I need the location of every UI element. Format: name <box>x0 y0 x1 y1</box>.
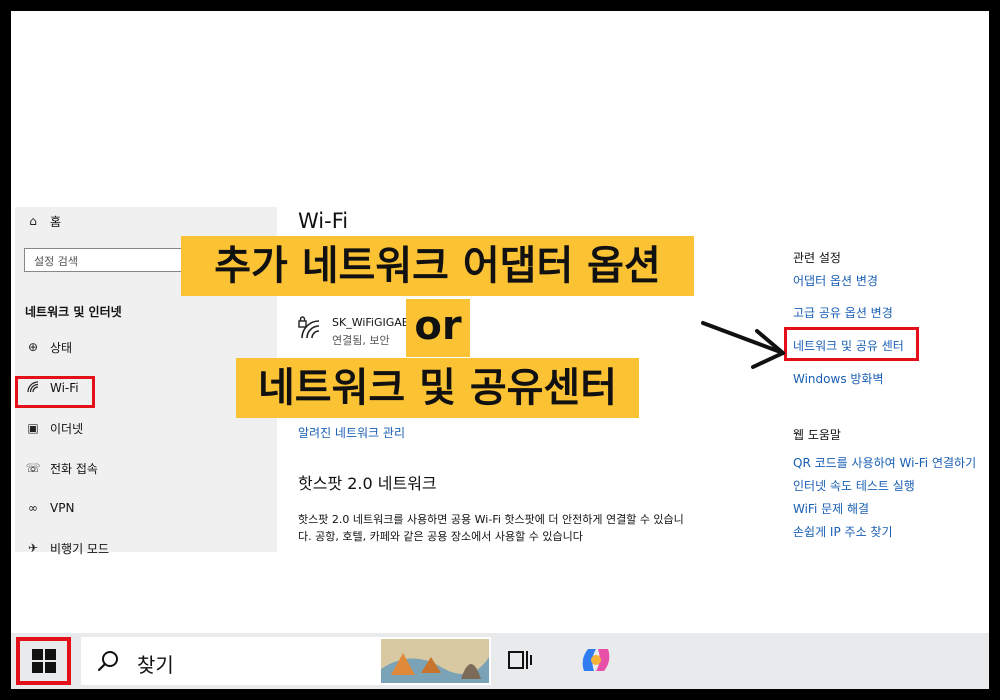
sidebar-item-vpn[interactable]: ∞ VPN <box>25 495 74 521</box>
sidebar-item-home[interactable]: ⌂ 홈 <box>25 208 61 234</box>
sidebar-item-label: 이더넷 <box>50 421 84 436</box>
page-title: Wi-Fi <box>298 209 349 233</box>
windows-firewall-link[interactable]: Windows 방화벽 <box>793 370 884 387</box>
screenshot-frame: ⌂ 홈 설정 검색 네트워크 및 인터넷 ⊕ 상태 Wi-Fi ▣ 이더넷 ☏ … <box>11 11 989 689</box>
speed-test-link[interactable]: 인터넷 속도 테스트 실행 <box>793 477 915 494</box>
sidebar-home-label: 홈 <box>50 214 62 229</box>
ethernet-icon: ▣ <box>27 421 39 435</box>
airplane-icon: ✈ <box>27 541 39 555</box>
search-placeholder: 설정 검색 <box>34 255 78 268</box>
dialup-icon: ☏ <box>25 461 41 475</box>
secure-wifi-icon <box>298 316 320 339</box>
sidebar-item-dialup[interactable]: ☏ 전화 접속 <box>25 455 98 481</box>
start-button[interactable] <box>16 637 71 685</box>
pointer-arrow-icon <box>701 321 785 369</box>
sidebar-item-label: 상태 <box>50 340 73 355</box>
sidebar-item-label: 비행기 모드 <box>50 541 110 556</box>
adapter-options-link[interactable]: 어댑터 옵션 변경 <box>793 272 878 289</box>
search-icon <box>97 651 118 672</box>
find-ip-link[interactable]: 손쉽게 IP 주소 찾기 <box>793 523 893 540</box>
sidebar-item-label: VPN <box>50 501 75 515</box>
search-label: 찾기 <box>137 653 174 677</box>
network-name: SK_WiFiGIGAE <box>332 316 409 329</box>
advanced-sharing-link[interactable]: 고급 공유 옵션 변경 <box>793 304 893 321</box>
overlay-line-adapter-options: 추가 네트워크 어댑터 옵션 <box>181 236 694 296</box>
overlay-line-sharing-center: 네트워크 및 공유센터 <box>236 358 639 418</box>
sidebar-item-airplane[interactable]: ✈ 비행기 모드 <box>25 535 109 561</box>
taskbar: 찾기 <box>11 633 989 689</box>
manage-known-networks-link[interactable]: 알려진 네트워크 관리 <box>298 424 405 441</box>
sharing-center-highlight-box <box>784 327 919 361</box>
windows-logo-icon <box>31 649 56 673</box>
task-view-icon[interactable] <box>507 647 533 673</box>
vpn-icon: ∞ <box>28 501 38 515</box>
web-help-heading: 웹 도움말 <box>793 428 841 442</box>
search-highlight-illustration-icon <box>381 639 489 683</box>
qr-wifi-link[interactable]: QR 코드를 사용하여 Wi-Fi 연결하기 <box>793 454 976 471</box>
hotspot-heading: 핫스팟 2.0 네트워크 <box>298 474 437 493</box>
connected-network[interactable]: SK_WiFiGIGAE 연결됨, 보안 <box>298 316 409 348</box>
globe-icon: ⊕ <box>27 340 39 354</box>
wifi-highlight-box <box>15 376 95 408</box>
sidebar-heading: 네트워크 및 인터넷 <box>25 305 122 319</box>
network-status: 연결됨, 보안 <box>332 334 390 347</box>
related-settings-heading: 관련 설정 <box>793 251 841 265</box>
wifi-troubleshoot-link[interactable]: WiFi 문제 해결 <box>793 500 869 517</box>
taskbar-search-box[interactable]: 찾기 <box>81 637 491 685</box>
copilot-icon[interactable] <box>578 643 614 677</box>
hotspot-description: 핫스팟 2.0 네트워크를 사용하면 공용 Wi-Fi 핫스팟에 더 안전하게 … <box>298 513 684 543</box>
sidebar-item-status[interactable]: ⊕ 상태 <box>25 334 72 360</box>
overlay-line-or: or <box>406 299 470 357</box>
sidebar-item-label: 전화 접속 <box>50 461 98 476</box>
home-icon: ⌂ <box>29 214 37 228</box>
sidebar-item-ethernet[interactable]: ▣ 이더넷 <box>25 415 83 441</box>
